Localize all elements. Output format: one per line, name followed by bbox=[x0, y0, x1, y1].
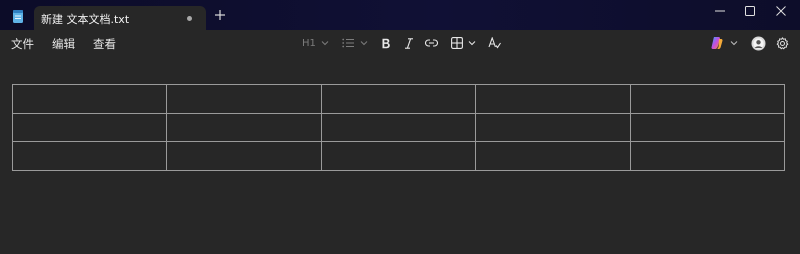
table-cell[interactable] bbox=[475, 141, 631, 171]
notepad-app-icon bbox=[13, 10, 23, 23]
table-cell[interactable] bbox=[475, 112, 631, 143]
document-tab[interactable]: 新建 文本文档.txt bbox=[34, 6, 206, 30]
clear-formatting-button[interactable] bbox=[488, 30, 501, 56]
clear-format-icon bbox=[488, 37, 501, 49]
chevron-down-icon bbox=[321, 41, 329, 46]
table-cell[interactable] bbox=[629, 84, 786, 114]
list-dropdown[interactable] bbox=[342, 30, 368, 56]
table-cell[interactable] bbox=[11, 112, 168, 143]
menu-view[interactable]: 查看 bbox=[93, 36, 116, 52]
table-body bbox=[11, 84, 786, 171]
avatar bbox=[751, 36, 766, 50]
bold-icon bbox=[382, 38, 390, 48]
heading-dropdown[interactable]: H1 bbox=[302, 30, 329, 56]
table-cell[interactable] bbox=[11, 141, 168, 171]
bulleted-list-icon bbox=[342, 38, 354, 48]
table-row bbox=[11, 112, 786, 143]
table-cell[interactable] bbox=[629, 141, 786, 171]
table-dropdown[interactable] bbox=[451, 30, 476, 56]
table-icon bbox=[451, 37, 463, 49]
editor-area[interactable] bbox=[0, 56, 800, 254]
menu-file[interactable]: 文件 bbox=[11, 36, 34, 52]
italic-button[interactable] bbox=[404, 30, 414, 56]
settings-gear-icon bbox=[776, 36, 789, 49]
title-bar: 新建 文本文档.txt bbox=[0, 0, 800, 30]
minimize-icon bbox=[715, 10, 725, 12]
menu-edit[interactable]: 编辑 bbox=[52, 36, 75, 52]
profile-avatar-button[interactable] bbox=[751, 30, 766, 56]
table-cell[interactable] bbox=[166, 112, 322, 143]
copilot-icon bbox=[711, 37, 723, 49]
heading-level-label: H1 bbox=[302, 37, 316, 49]
link-icon bbox=[425, 39, 438, 47]
copilot-dropdown[interactable] bbox=[710, 30, 738, 56]
italic-icon bbox=[405, 37, 413, 49]
settings-button[interactable] bbox=[776, 30, 789, 56]
maximize-button[interactable] bbox=[735, 0, 765, 22]
table-cell[interactable] bbox=[320, 112, 477, 143]
close-icon bbox=[776, 6, 786, 16]
table-cell[interactable] bbox=[475, 84, 631, 114]
table-cell[interactable] bbox=[166, 141, 322, 171]
insert-link-button[interactable] bbox=[425, 30, 438, 56]
unsaved-indicator-icon[interactable] bbox=[187, 16, 192, 21]
table-row bbox=[11, 141, 786, 171]
close-button[interactable] bbox=[766, 0, 796, 22]
table-row bbox=[11, 84, 786, 114]
table-cell[interactable] bbox=[11, 84, 168, 114]
new-tab-icon[interactable] bbox=[214, 9, 226, 21]
menu-toolbar-bar: 文件 编辑 查看 H1 bbox=[0, 30, 800, 56]
chevron-down-icon bbox=[360, 41, 368, 46]
maximize-icon bbox=[745, 6, 755, 16]
chevron-down-icon bbox=[468, 41, 476, 46]
tab-title: 新建 文本文档.txt bbox=[41, 13, 130, 26]
table-cell[interactable] bbox=[320, 141, 477, 171]
table-cell[interactable] bbox=[166, 84, 322, 114]
chevron-down-icon bbox=[730, 41, 738, 46]
minimize-button[interactable] bbox=[705, 0, 735, 22]
table-cell[interactable] bbox=[629, 112, 786, 143]
document-table[interactable] bbox=[11, 84, 786, 171]
table-cell[interactable] bbox=[320, 84, 477, 114]
bold-button[interactable] bbox=[381, 30, 391, 56]
